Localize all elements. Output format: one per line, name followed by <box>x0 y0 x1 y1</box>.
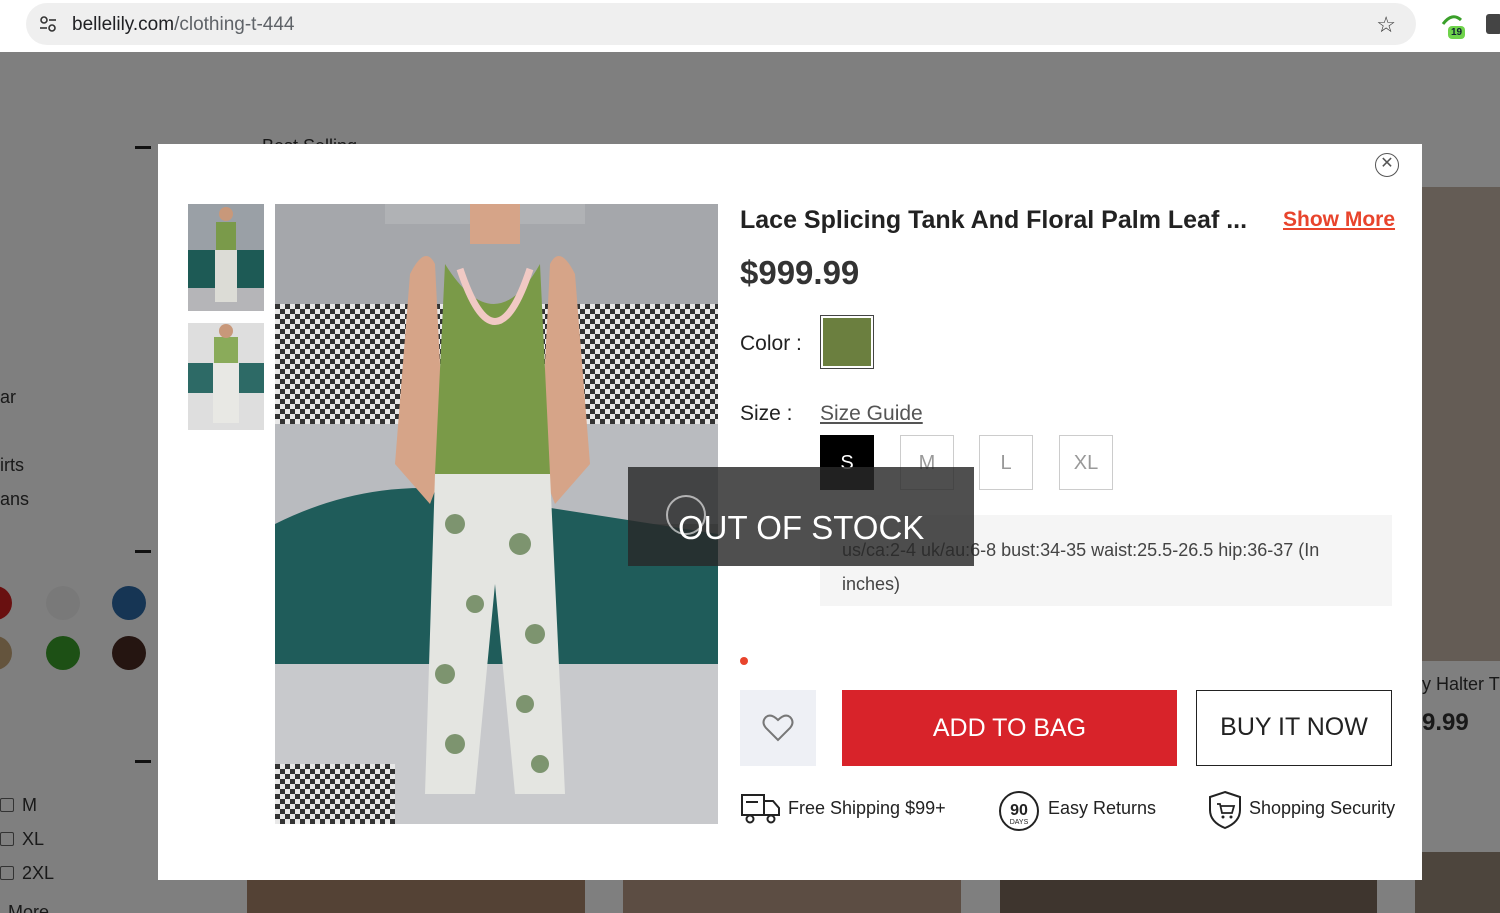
truck-icon <box>741 794 780 824</box>
url-text: bellelily.com/clothing-t-444 <box>72 14 294 36</box>
color-swatch-selected[interactable] <box>820 315 874 369</box>
url-path: /clothing-t-444 <box>174 14 295 35</box>
perk-shopping-security: Shopping Security <box>1207 788 1407 830</box>
address-bar[interactable]: bellelily.com/clothing-t-444 ☆ <box>26 3 1416 45</box>
site-settings-icon[interactable] <box>38 14 58 34</box>
heart-icon <box>762 714 794 742</box>
perk-easy-returns: 90 DAYS Easy Returns <box>997 788 1177 831</box>
perk-free-shipping: Free Shipping $99+ <box>740 788 960 828</box>
next-image-arrow-icon[interactable] <box>666 495 706 535</box>
perk-shipping-label: Free Shipping $99+ <box>788 798 946 818</box>
size-guide-link[interactable]: Size Guide <box>820 402 923 426</box>
add-to-bag-button[interactable]: ADD TO BAG <box>842 690 1177 766</box>
show-more-link[interactable]: Show More <box>1283 208 1395 232</box>
buy-now-button[interactable]: BUY IT NOW <box>1196 690 1392 766</box>
thumbnail-image[interactable] <box>188 323 264 430</box>
extension-icon[interactable]: 19 <box>1440 12 1468 42</box>
close-icon[interactable]: ✕ <box>1375 153 1399 177</box>
wishlist-button[interactable] <box>740 690 816 766</box>
returns-90-days-icon: 90 DAYS <box>999 791 1039 831</box>
svg-text:DAYS: DAYS <box>1010 819 1029 826</box>
out-of-stock-text: OUT OF STOCK <box>678 509 925 546</box>
svg-text:90: 90 <box>1010 802 1028 819</box>
url-host: bellelily.com <box>72 14 175 35</box>
browser-toolbar: bellelily.com/clothing-t-444 ☆ 19 <box>0 0 1500 52</box>
product-price: $999.99 <box>740 254 860 291</box>
size-option-xl[interactable]: XL <box>1059 435 1113 490</box>
extension-badge: 19 <box>1448 26 1466 39</box>
bookmark-star-icon[interactable]: ☆ <box>1376 12 1396 38</box>
perk-security-label: Shopping Security <box>1249 798 1396 818</box>
perk-returns-label: Easy Returns <box>1048 798 1157 818</box>
size-label: Size : <box>740 402 793 425</box>
out-of-stock-toast: OUT OF STOCK <box>628 467 974 566</box>
puzzle-extension-icon[interactable] <box>1486 14 1500 34</box>
size-option-l[interactable]: L <box>979 435 1033 490</box>
shield-cart-icon <box>1209 790 1241 830</box>
status-dot <box>740 657 748 665</box>
color-label: Color : <box>740 332 802 355</box>
thumbnail-image[interactable] <box>188 204 264 311</box>
color-swatch-fill <box>823 318 871 366</box>
product-title: Lace Splicing Tank And Floral Palm Leaf … <box>740 206 1248 234</box>
